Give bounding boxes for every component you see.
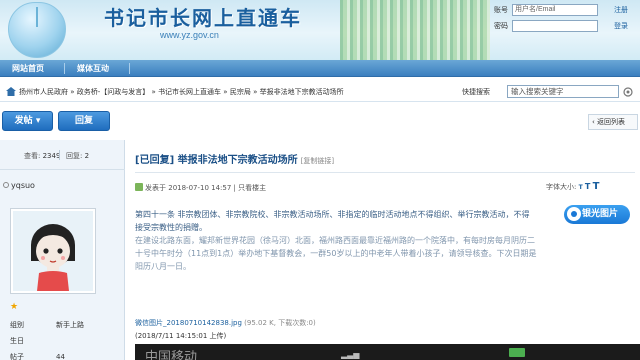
quick-search-label[interactable]: 快捷搜索 <box>462 87 490 97</box>
nav-item-media[interactable]: 媒体互动 <box>77 63 109 74</box>
back-to-list-button[interactable]: ‹ 返回列表 <box>588 114 638 130</box>
font-medium-button[interactable]: T <box>585 182 590 191</box>
post-meta: 发表于 2018-07-10 14:57 | 只看楼主 <box>135 183 266 193</box>
main-nav: 网站首页 媒体互动 <box>0 60 640 77</box>
thread-stats: 查看: 2349 回复: 2 <box>0 140 125 170</box>
attachment-link[interactable]: 微信图片_20180710142838.jpg (95.02 K, 下载次数:0… <box>135 318 316 328</box>
thread-actions: 发帖 ▾ 回复 ‹ 返回列表 <box>0 106 640 136</box>
badge-label: 银光图片 <box>582 209 619 219</box>
login-link[interactable]: 登录 <box>614 21 628 31</box>
avatar-image <box>13 211 93 291</box>
author-panel: 查看: 2349 回复: 2 yqsuo ★ 组别 新手上路 生日 帖子 44 <box>0 140 125 360</box>
views-count: 2349 <box>42 152 61 160</box>
field-key: 组别 <box>10 321 24 329</box>
site-title: 书记市长网上直通车 <box>104 6 302 30</box>
breadcrumb-separator: » <box>223 88 228 96</box>
search-go-icon[interactable] <box>623 87 633 97</box>
post-timestamp: 2018-07-10 14:57 <box>168 184 232 192</box>
post-icon <box>135 183 143 191</box>
breadcrumb-separator: » <box>151 88 156 96</box>
post-title: [已回复] 举报非法地下宗教活动场所 [复制链接] <box>135 151 334 166</box>
carrier-text: 中国移动 <box>145 350 198 360</box>
field-key: 生日 <box>10 337 24 345</box>
mouse-logo-icon <box>8 2 66 58</box>
attachment-upload-date: (2018/7/11 14:15:01 上传) <box>135 332 227 340</box>
battery-icon <box>509 348 525 357</box>
password-input[interactable] <box>512 20 598 32</box>
breadcrumb-item[interactable]: 书记市长网上直通车 <box>158 88 221 96</box>
views-label: 查看: <box>24 152 41 160</box>
back-to-list-label: 返回列表 <box>597 118 626 126</box>
replies-stat: 回复: 2 <box>66 151 89 161</box>
post-button[interactable]: 发帖 ▾ <box>2 111 53 131</box>
attached-screenshot[interactable]: 中国移动 ▂▃▅ <box>135 344 640 360</box>
font-large-button[interactable]: T <box>593 181 600 192</box>
breadcrumb-item[interactable]: 民宗局 <box>230 88 251 96</box>
rank-star-icon: ★ <box>10 302 19 312</box>
breadcrumb: 扬州市人民政府 » 政务桥-【问政与发言】 » 书记市长网上直通车 » 民宗局 … <box>0 82 640 102</box>
breadcrumb-item[interactable]: 扬州市人民政府 <box>19 88 68 96</box>
avatar[interactable] <box>10 208 96 294</box>
nav-divider <box>64 63 65 74</box>
site-url: www.yz.gov.cn <box>160 30 219 40</box>
author-posts: 帖子 44 <box>10 352 65 360</box>
password-label: 密码 <box>494 22 508 30</box>
posted-prefix: 发表于 <box>145 184 166 192</box>
signal-icon: ▂▃▅ <box>341 350 360 359</box>
post-paragraph: 在建设北路东面，耀邦新世界花园（徐马河）北面，福州路西面最靠近福州路的一个院落中… <box>135 236 537 271</box>
field-value: 新手上路 <box>56 321 84 329</box>
account-label: 账号 <box>494 6 508 14</box>
author-group: 组别 新手上路 <box>10 320 84 330</box>
copy-link[interactable]: [复制链接] <box>301 157 334 165</box>
register-link[interactable]: 注册 <box>614 5 628 15</box>
stats-divider <box>59 150 60 160</box>
only-author-link[interactable]: 只看楼主 <box>238 184 266 192</box>
replies-count: 2 <box>84 152 90 160</box>
title-divider <box>135 172 635 173</box>
font-small-button[interactable]: T <box>579 184 583 191</box>
breadcrumb-item[interactable]: 政务桥-【问政与发言】 <box>77 88 150 96</box>
author-name[interactable]: yqsuo <box>3 181 35 190</box>
bamboo-decoration <box>340 0 490 60</box>
font-size-label: 字体大小: <box>546 183 577 191</box>
camera-icon <box>567 207 581 221</box>
reply-button[interactable]: 回复 <box>58 111 110 131</box>
login-panel: 账号 用户名/Email 注册 密码 登录 <box>490 2 640 34</box>
site-header: 书记市长网上直通车 www.yz.gov.cn 账号 用户名/Email 注册 … <box>0 0 640 60</box>
chevron-down-icon: ▾ <box>35 116 41 126</box>
attachment-size: (95.02 K, 下载次数:0) <box>244 319 316 327</box>
replies-label: 回复: <box>66 152 83 160</box>
nav-item-home[interactable]: 网站首页 <box>12 63 44 74</box>
offline-status-icon <box>3 182 9 188</box>
breadcrumb-separator: » <box>70 88 75 96</box>
post-paragraph: 第四十一条 非宗教团体、非宗教院校、非宗教活动场所、非指定的临时活动地点不得组织… <box>135 210 530 232</box>
account-input[interactable]: 用户名/Email <box>512 4 598 16</box>
views-stat: 查看: 2349 <box>24 151 60 161</box>
font-size-control: 字体大小: T T T <box>546 181 599 192</box>
post-title-text: [已回复] 举报非法地下宗教活动场所 <box>135 155 298 166</box>
breadcrumb-separator: » <box>253 88 258 96</box>
attachment-name[interactable]: 微信图片_20180710142838.jpg <box>135 319 242 327</box>
breadcrumb-trail: 扬州市人民政府 » 政务桥-【问政与发言】 » 书记市长网上直通车 » 民宗局 … <box>19 87 344 97</box>
home-icon[interactable] <box>6 87 16 96</box>
post-button-label: 发帖 <box>14 116 33 126</box>
breadcrumb-item[interactable]: 举报非法地下宗教活动场所 <box>260 88 344 96</box>
field-key: 帖子 <box>10 353 24 360</box>
post-content: 第四十一条 非宗教团体、非宗教院校、非宗教活动场所、非指定的临时活动地点不得组织… <box>135 208 537 273</box>
author-birthday: 生日 <box>10 336 56 346</box>
post-body: [已回复] 举报非法地下宗教活动场所 [复制链接] 发表于 2018-07-10 … <box>126 140 640 360</box>
username[interactable]: yqsuo <box>11 181 35 190</box>
silver-image-badge[interactable]: 银光图片 <box>564 205 630 224</box>
nav-divider <box>129 63 130 74</box>
field-value: 44 <box>56 353 65 360</box>
search-input[interactable]: 输入搜索关键字 <box>507 85 619 98</box>
